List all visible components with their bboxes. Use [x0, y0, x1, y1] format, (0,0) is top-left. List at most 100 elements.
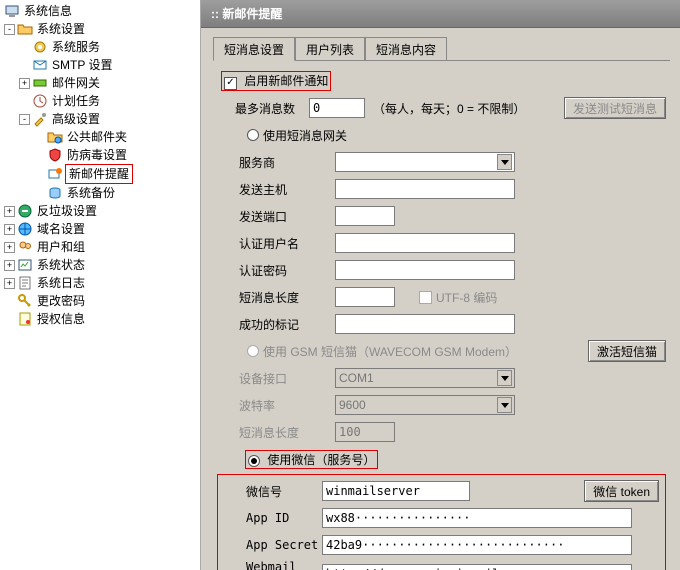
tree-antispam[interactable]: +反垃圾设置: [4, 202, 200, 220]
opt-wechat-label: 使用微信（服务号）: [267, 453, 375, 467]
max-hint: （每人，每天；0 = 不限制）: [373, 100, 525, 117]
log-icon: [17, 275, 33, 291]
webmail-input[interactable]: [322, 564, 632, 570]
tree-advanced[interactable]: -高级设置: [19, 110, 200, 128]
enable-checkbox[interactable]: [224, 77, 237, 90]
tree-change-pw[interactable]: 更改密码: [4, 292, 200, 310]
lbl-auth-user: 认证用户名: [217, 235, 335, 252]
app-secret-input[interactable]: [322, 535, 632, 555]
success-flag-input[interactable]: [335, 314, 515, 334]
spam-icon: [17, 203, 33, 219]
tree-public-folder[interactable]: 公共邮件夹: [34, 128, 200, 146]
radio-wechat[interactable]: [248, 455, 260, 467]
device-port-select[interactable]: COM1: [335, 368, 515, 388]
lbl-sms-len2: 短消息长度: [217, 424, 335, 441]
max-label: 最多消息数: [235, 100, 309, 117]
alert-icon: [47, 166, 63, 182]
shield-icon: [47, 147, 63, 163]
tools-icon: [32, 111, 48, 127]
gear-icon: [32, 39, 48, 55]
tree-smtp[interactable]: SMTP 设置: [19, 56, 200, 74]
chevron-down-icon: [497, 397, 512, 413]
send-test-button[interactable]: 发送测试短消息: [564, 97, 666, 119]
nav-tree: 系统信息 -系统设置 系统服务 SMTP 设置 +邮件网关 计划任务 -高级设置…: [0, 0, 200, 570]
enable-highlight: 启用新邮件通知: [221, 71, 331, 91]
panel-title: :: 新邮件提醒: [201, 0, 680, 28]
expand-icon[interactable]: +: [4, 206, 15, 217]
tree-mail-gw[interactable]: +邮件网关: [19, 74, 200, 92]
folder-icon: [17, 21, 33, 37]
expand-icon[interactable]: +: [4, 224, 15, 235]
app-id-input[interactable]: [322, 508, 632, 528]
auth-user-input[interactable]: [335, 233, 515, 253]
lbl-host: 发送主机: [217, 181, 335, 198]
clock-icon: [32, 93, 48, 109]
auth-pass-input[interactable]: [335, 260, 515, 280]
tree-antivirus[interactable]: 防病毒设置: [34, 146, 200, 164]
opt-gateway-label: 使用短消息网关: [263, 127, 347, 144]
tree-logs[interactable]: +系统日志: [4, 274, 200, 292]
expand-icon[interactable]: +: [4, 260, 15, 271]
lbl-app-secret: App Secret: [224, 538, 322, 552]
globe-icon: [17, 221, 33, 237]
lbl-wechat-id: 微信号: [224, 483, 322, 500]
license-icon: [17, 311, 33, 327]
expand-icon[interactable]: +: [4, 242, 15, 253]
users-icon: [17, 239, 33, 255]
radio-modem[interactable]: [247, 345, 259, 357]
key-icon: [17, 293, 33, 309]
sms-settings-form: 启用新邮件通知 最多消息数 （每人，每天；0 = 不限制） 发送测试短消息 使用…: [213, 61, 670, 570]
sms-len2-input: [335, 422, 395, 442]
status-icon: [17, 257, 33, 273]
host-input[interactable]: [335, 179, 515, 199]
lbl-success-flag: 成功的标记: [217, 316, 335, 333]
provider-select[interactable]: [335, 152, 515, 172]
lbl-device-port: 设备接口: [217, 370, 335, 387]
gateway-icon: [32, 75, 48, 91]
collapse-icon[interactable]: -: [4, 24, 15, 35]
tree-status[interactable]: +系统状态: [4, 256, 200, 274]
tree-new-mail-alert[interactable]: 新邮件提醒: [34, 164, 200, 184]
tree-backup[interactable]: 系统备份: [34, 184, 200, 202]
tree-root[interactable]: 系统信息: [4, 2, 200, 20]
lbl-app-id: App ID: [224, 511, 322, 525]
lbl-webmail: Webmail URL: [224, 560, 322, 570]
radio-gateway[interactable]: [247, 129, 259, 141]
tab-sms-settings[interactable]: 短消息设置: [213, 37, 295, 61]
lbl-port: 发送端口: [217, 208, 335, 225]
tree-users-groups[interactable]: +用户和组: [4, 238, 200, 256]
lbl-sms-len: 短消息长度: [217, 289, 335, 306]
sms-len-input[interactable]: [335, 287, 395, 307]
tab-sms-content[interactable]: 短消息内容: [365, 37, 447, 60]
max-input[interactable]: [309, 98, 365, 118]
wechat-token-button[interactable]: 微信 token: [584, 480, 659, 502]
tab-user-list[interactable]: 用户列表: [295, 37, 365, 60]
baud-select[interactable]: 9600: [335, 395, 515, 415]
backup-icon: [47, 185, 63, 201]
tree-sys-settings[interactable]: -系统设置: [4, 20, 200, 38]
lbl-auth-pass: 认证密码: [217, 262, 335, 279]
enable-label: 启用新邮件通知: [244, 74, 328, 88]
expand-icon[interactable]: +: [19, 78, 30, 89]
computer-icon: [4, 3, 20, 19]
tree-domain[interactable]: +域名设置: [4, 220, 200, 238]
wechat-section-highlight: 微信号 微信 token App ID App Secret Webmail UR…: [217, 474, 666, 570]
activate-modem-button[interactable]: 激活短信猫: [588, 340, 666, 362]
tree-sched[interactable]: 计划任务: [19, 92, 200, 110]
chevron-down-icon: [497, 154, 512, 170]
lbl-provider: 服务商: [217, 154, 335, 171]
collapse-icon[interactable]: -: [19, 114, 30, 125]
main-panel: :: 新邮件提醒 短消息设置 用户列表 短消息内容 启用新邮件通知 最多消息数 …: [200, 0, 680, 570]
port-input[interactable]: [335, 206, 395, 226]
folder-share-icon: [47, 129, 63, 145]
lbl-baud: 波特率: [217, 397, 335, 414]
tab-bar: 短消息设置 用户列表 短消息内容: [213, 38, 670, 60]
tree-license[interactable]: 授权信息: [4, 310, 200, 328]
tree-sys-services[interactable]: 系统服务: [19, 38, 200, 56]
utf8-label: UTF-8 编码: [436, 289, 497, 306]
utf8-checkbox[interactable]: [419, 291, 432, 304]
wechat-id-input[interactable]: [322, 481, 470, 501]
mail-icon: [32, 57, 48, 73]
expand-icon[interactable]: +: [4, 278, 15, 289]
wechat-radio-highlight: 使用微信（服务号）: [245, 450, 378, 469]
